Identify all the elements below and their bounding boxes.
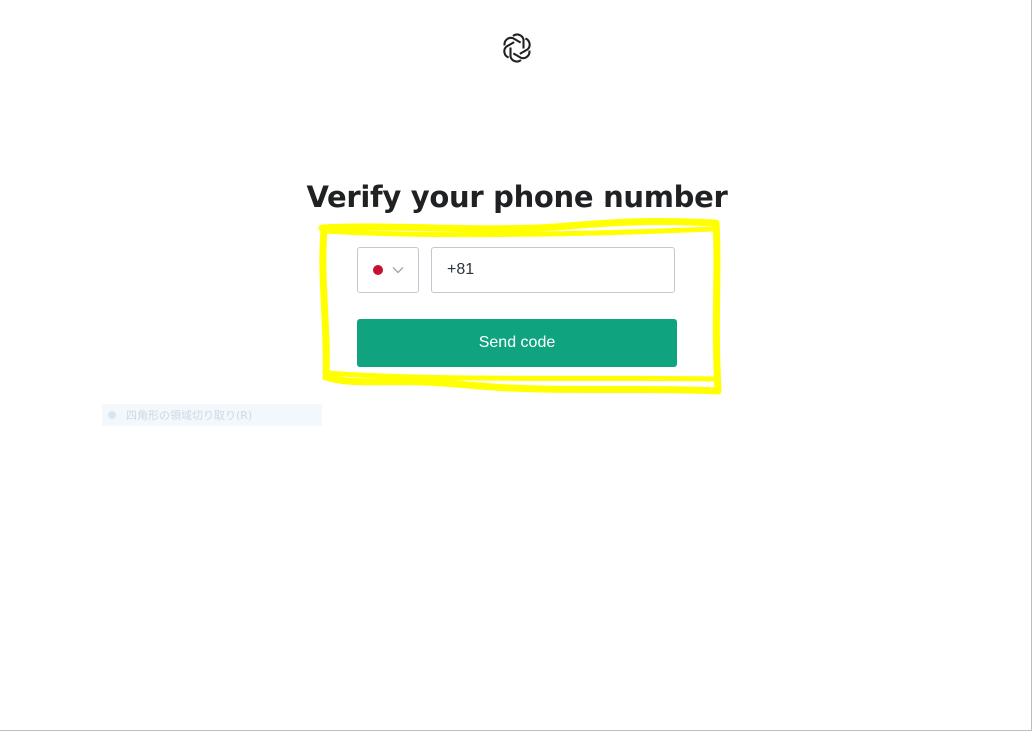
phone-verification-form: Send code [357,247,677,367]
faint-tooltip-label: 四角形の領域切り取り(R) [126,409,253,422]
page: Verify your phone number Send code 四角形の領… [0,0,1032,731]
phone-number-input[interactable] [431,247,675,293]
openai-logo-icon [503,33,531,63]
faint-tooltip: 四角形の領域切り取り(R) [102,404,322,426]
page-title: Verify your phone number [306,180,728,214]
country-selector[interactable] [357,247,419,293]
phone-row [357,247,677,293]
send-code-button[interactable]: Send code [357,319,677,367]
scissors-icon [108,411,116,419]
chevron-down-icon [392,267,403,274]
japan-flag-icon [372,265,383,275]
